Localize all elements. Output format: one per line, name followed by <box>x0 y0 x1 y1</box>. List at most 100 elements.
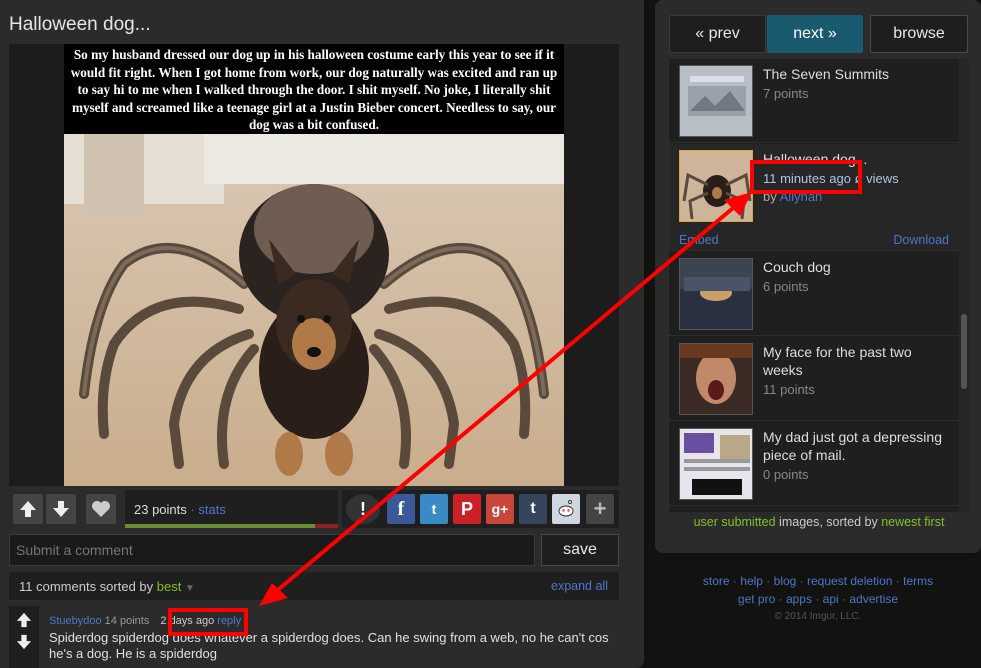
comments-count-label: 11 comments sorted by <box>19 579 154 594</box>
sort-order-link[interactable]: newest first <box>881 515 944 529</box>
comment-body: Stuebydoo 14 points 2 days ago reply Spi… <box>41 606 619 668</box>
comment-input[interactable] <box>9 534 535 566</box>
footer-separator: · <box>842 592 847 606</box>
tumblr-icon: t <box>530 500 536 517</box>
upvote-button[interactable] <box>13 494 43 524</box>
footer-row-1: store · help · blog · request deletion ·… <box>655 572 981 590</box>
gallery-thumbnail[interactable] <box>679 65 753 137</box>
report-icon: ! <box>360 498 366 519</box>
gallery-scrollbar-thumb[interactable] <box>961 314 967 389</box>
footer-separator: · <box>766 574 771 588</box>
user-submitted-link[interactable]: user submitted <box>694 515 776 529</box>
gallery-thumbnail[interactable] <box>679 428 753 500</box>
googleplus-icon: g+ <box>491 501 509 517</box>
image-caption: So my husband dressed our dog up in his … <box>64 44 564 134</box>
image-container: So my husband dressed our dog up in his … <box>9 44 619 486</box>
copyright: © 2014 Imgur, LLC. <box>774 611 862 622</box>
site-footer: store · help · blog · request deletion ·… <box>655 572 981 626</box>
gallery-item-points: 6 points <box>763 279 809 294</box>
embed-link[interactable]: Embed <box>679 233 719 247</box>
footer-link-store[interactable]: store <box>703 574 730 588</box>
comment-vote-column <box>9 606 39 668</box>
facebook-icon: f <box>397 497 405 520</box>
next-button[interactable]: next » <box>767 15 863 53</box>
gallery-item[interactable]: My dad just got a depressing piece of ma… <box>669 422 959 506</box>
download-link[interactable]: Download <box>893 233 949 247</box>
footer-separator: · <box>799 574 804 588</box>
downvote-ratio-bar <box>315 524 338 528</box>
plus-icon: + <box>593 496 607 521</box>
gallery-item-title: My dad just got a depressing piece of ma… <box>763 429 942 463</box>
footer-link-get-pro[interactable]: get pro <box>738 592 775 606</box>
reddit-share-button[interactable] <box>552 494 580 524</box>
gallery-item-points: 0 points <box>763 467 809 482</box>
downvote-button[interactable] <box>46 494 76 524</box>
upvote-icon <box>20 501 36 517</box>
gallery-thumbnail[interactable] <box>679 343 753 415</box>
more-share-button[interactable]: + <box>586 494 614 524</box>
footer-link-advertise[interactable]: advertise <box>849 592 898 606</box>
prev-button[interactable]: « prev <box>669 15 766 53</box>
gallery-item-title: Couch dog <box>763 259 831 275</box>
footer-row-2: get pro · apps · api · advertise <box>655 590 981 608</box>
stats-link[interactable]: stats <box>198 502 225 517</box>
heart-icon <box>92 501 110 517</box>
footer-link-blog[interactable]: blog <box>774 574 797 588</box>
report-button[interactable]: ! <box>346 494 380 524</box>
reddit-icon <box>558 500 574 517</box>
post-image[interactable]: So my husband dressed our dog up in his … <box>64 44 564 486</box>
comment-text: Spiderdog spiderdog does whatever a spid… <box>49 630 609 661</box>
expand-all-link[interactable]: expand all <box>551 579 608 593</box>
favorite-button[interactable] <box>86 494 116 524</box>
gallery-item[interactable]: My face for the past two weeks 11 points <box>669 337 959 421</box>
gallery-item[interactable]: Couch dog 6 points <box>669 252 959 336</box>
save-comment-button[interactable]: save <box>541 534 619 566</box>
footer-separator: · <box>895 574 900 588</box>
points-separator: · <box>190 502 195 517</box>
sort-dropdown[interactable]: best <box>157 579 182 594</box>
share-bar: ! f t P g+ t + <box>342 490 619 528</box>
gallery-item-title: My face for the past two weeks <box>763 344 912 378</box>
post-title: Halloween dog... <box>9 14 151 35</box>
facebook-share-button[interactable]: f <box>387 494 415 524</box>
comment-downvote-icon[interactable] <box>16 634 32 650</box>
gallery-scrollbar[interactable] <box>959 59 969 512</box>
tumblr-share-button[interactable]: t <box>519 494 547 524</box>
spider-dog-photo <box>64 134 564 486</box>
gallery-item[interactable]: The Seven Summits 7 points <box>669 59 959 143</box>
post-panel: Halloween dog... So my husband dressed o… <box>0 0 644 668</box>
gallery-item-points: 11 points <box>763 382 815 397</box>
points-count: 23 points <box>134 502 187 517</box>
footer-link-request-deletion[interactable]: request deletion <box>807 574 892 588</box>
gallery-panel: « prev next » browse The Seven Summits 7… <box>655 0 981 553</box>
footer-separator: · <box>815 592 820 606</box>
comment-upvote-icon[interactable] <box>16 612 32 628</box>
pinterest-icon: P <box>460 498 473 519</box>
comment-item: Stuebydoo 14 points 2 days ago reply Spi… <box>9 606 619 668</box>
comment-author[interactable]: Stuebydoo <box>49 615 102 627</box>
gallery-list: The Seven Summits 7 points Halloween dog… <box>669 59 969 512</box>
gallery-thumbnail-current[interactable] <box>679 150 753 222</box>
twitter-icon: t <box>431 501 437 517</box>
chevron-down-icon[interactable]: ▼ <box>185 583 195 594</box>
gallery-item-title: The Seven Summits <box>763 66 890 82</box>
footer-link-help[interactable]: help <box>740 574 763 588</box>
pinterest-share-button[interactable]: P <box>453 494 481 524</box>
twitter-share-button[interactable]: t <box>420 494 448 524</box>
gallery-item-points: 7 points <box>763 86 809 101</box>
footer-link-terms[interactable]: terms <box>903 574 933 588</box>
footer-link-apps[interactable]: apps <box>786 592 812 606</box>
gallery-thumbnail[interactable] <box>679 258 753 330</box>
footer-separator: · <box>778 592 783 606</box>
annotation-box-gallery-time <box>750 160 862 194</box>
footer-link-api[interactable]: api <box>823 592 839 606</box>
downvote-icon <box>53 501 69 517</box>
gallery-sort-info: user submitted images, sorted by newest … <box>669 515 969 529</box>
footer-separator: · <box>732 574 737 588</box>
googleplus-share-button[interactable]: g+ <box>486 494 514 524</box>
gallery-sort-label: images, sorted by <box>779 515 878 529</box>
vote-bar: 23 points · stats ! f t P g+ t + <box>9 490 619 528</box>
annotation-box-comment-time <box>168 608 248 636</box>
upvote-ratio-bar <box>125 524 315 528</box>
browse-button[interactable]: browse <box>870 15 968 53</box>
